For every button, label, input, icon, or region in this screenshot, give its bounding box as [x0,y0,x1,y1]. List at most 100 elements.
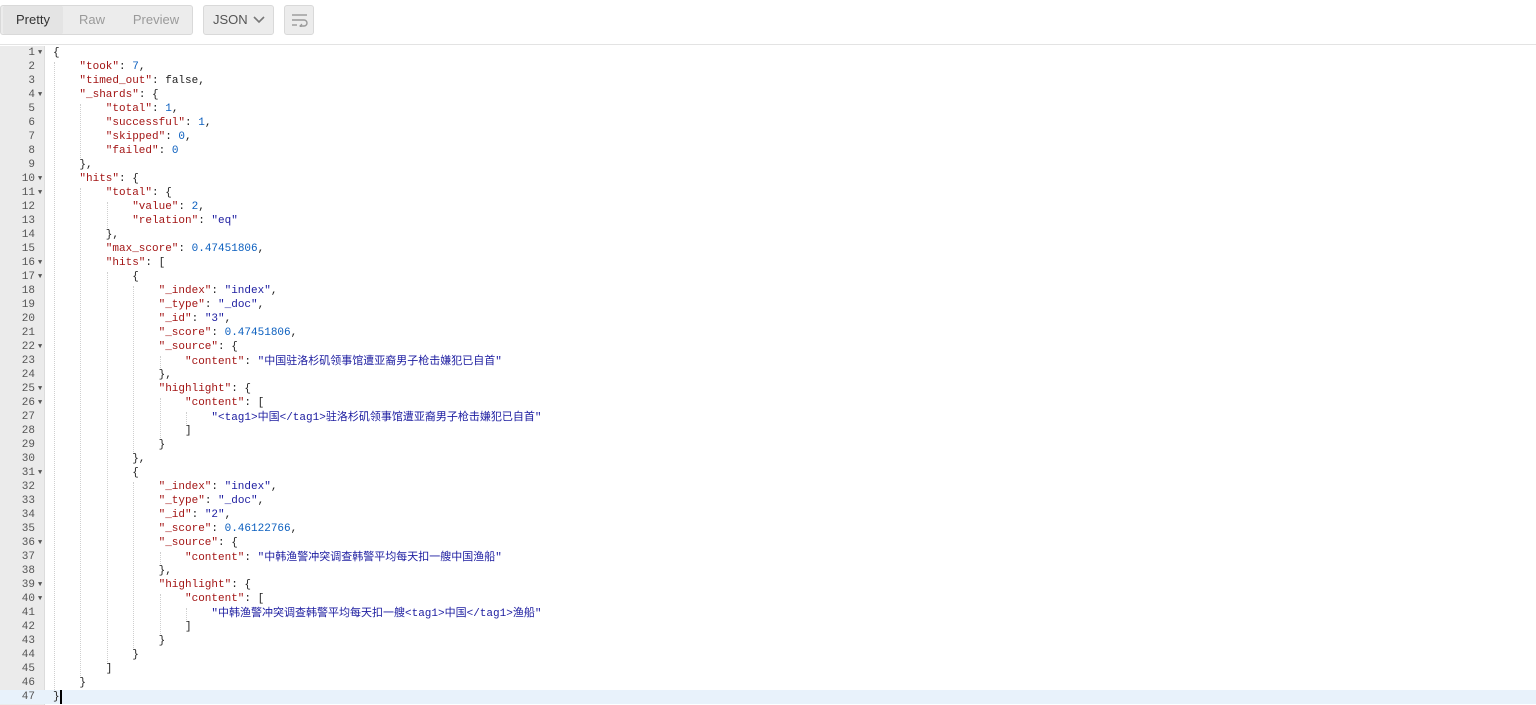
format-select[interactable]: JSON [203,5,274,35]
code-token: } [158,439,166,451]
code-line[interactable]: 9}, [0,158,1536,172]
code-line[interactable]: 17 ▼ { [0,270,1536,284]
code-token: "_type" [158,495,205,507]
code-token: { [53,47,60,59]
code-token: "max_score" [105,243,179,255]
code-token: "index" [224,481,271,493]
line-number: 25 [21,383,35,395]
fold-toggle-icon[interactable]: ▼ [38,88,42,102]
fold-toggle-icon[interactable]: ▼ [38,172,42,186]
code-line[interactable]: 32 "_index": "index", [0,480,1536,494]
code-token: }, [79,159,93,171]
fold-toggle-icon[interactable]: ▼ [38,46,42,60]
code-line[interactable]: 15 "max_score": 0.47451806, [0,242,1536,256]
code-line[interactable]: 22 ▼ "_source": { [0,340,1536,354]
code-line[interactable]: 18 "_index": "index", [0,284,1536,298]
fold-toggle-icon[interactable]: ▼ [38,396,42,410]
json-response-editor[interactable]: 1 ▼{2 "took": 7, 3 "timed_out": false, 4 ▼ "_sh… [0,46,1536,705]
code-token: "_score" [158,327,212,339]
line-number: 28 [21,425,35,437]
code-line[interactable]: 44} [0,648,1536,662]
fold-toggle-icon[interactable]: ▼ [38,382,42,396]
code-token: "total" [105,103,153,115]
code-line[interactable]: 40 ▼ "content": [ [0,592,1536,606]
code-line[interactable]: 16 ▼ "hits": [ [0,256,1536,270]
wrap-lines-button[interactable] [284,5,314,35]
code-text: ] [185,424,192,438]
code-line[interactable]: 43} [0,634,1536,648]
format-select-label: JSON [213,12,248,27]
fold-toggle-icon[interactable]: ▼ [38,592,42,606]
fold-toggle-icon[interactable]: ▼ [38,536,42,550]
code-line[interactable]: 5 "total": 1, [0,102,1536,116]
code-line[interactable]: 12 "value": 2, [0,200,1536,214]
code-line[interactable]: 47} [0,690,1536,704]
code-line[interactable]: 3 "timed_out": false, [0,74,1536,88]
code-line[interactable]: 10 ▼ "hits": { [0,172,1536,186]
code-line[interactable]: 37 "content": "中韩渔警冲突调查韩警平均每天扣一艘中国渔船" [0,550,1536,564]
code-line[interactable]: 30}, [0,452,1536,466]
code-line[interactable]: 11 ▼ "total": { [0,186,1536,200]
tab-pretty[interactable]: Pretty [3,6,63,34]
code-line[interactable]: 8 "failed": 0 [0,144,1536,158]
fold-toggle-icon[interactable]: ▼ [38,578,42,592]
line-number: 14 [21,229,35,241]
code-line[interactable]: 38}, [0,564,1536,578]
code-line[interactable]: 29} [0,438,1536,452]
fold-toggle-icon[interactable]: ▼ [38,466,42,480]
code-token: 0 [171,145,179,157]
code-token: } [79,677,86,689]
fold-toggle-icon[interactable]: ▼ [38,340,42,354]
tab-raw[interactable]: Raw [67,6,117,34]
fold-toggle-icon[interactable]: ▼ [38,256,42,270]
text-cursor [60,690,62,704]
code-text: "failed": 0 [106,144,179,158]
code-token: : { [218,537,238,549]
code-token: : [152,103,166,115]
fold-toggle-icon[interactable]: ▼ [38,270,42,284]
code-line[interactable]: 14}, [0,228,1536,242]
code-line[interactable]: 1 ▼ { [0,46,1536,60]
code-token: "_id" [158,509,192,521]
line-number: 6 [28,117,35,129]
code-token: 0.47451806 [191,243,258,255]
chevron-down-icon [253,16,265,24]
code-line[interactable]: 46} [0,676,1536,690]
code-token: , [270,285,278,297]
code-text: "total": 1, [106,102,179,116]
code-line[interactable]: 13 "relation": "eq" [0,214,1536,228]
code-token: : [198,215,212,227]
code-line[interactable]: 19 "_type": "_doc", [0,298,1536,312]
code-line[interactable]: 28] [0,424,1536,438]
code-line[interactable]: 41 "中韩渔警冲突调查韩警平均每天扣一艘<tag1>中国</tag1>渔船" [0,606,1536,620]
code-line[interactable]: 34 "_id": "2", [0,508,1536,522]
code-text: "_score": 0.47451806, [159,326,298,340]
code-text: { [53,46,60,60]
code-token: : [211,481,225,493]
code-line[interactable]: 25 ▼ "highlight": { [0,382,1536,396]
code-line[interactable]: 42] [0,620,1536,634]
code-token: " [495,552,502,564]
code-line[interactable]: 36 ▼ "_source": { [0,536,1536,550]
code-line[interactable]: 45] [0,662,1536,676]
code-line[interactable]: 20 "_id": "3", [0,312,1536,326]
code-line[interactable]: 6 "successful": 1, [0,116,1536,130]
code-token: "successful" [105,117,186,129]
code-line[interactable]: 39 ▼ "highlight": { [0,578,1536,592]
code-line[interactable]: 31 ▼ { [0,466,1536,480]
code-line[interactable]: 2 "took": 7, [0,60,1536,74]
code-line[interactable]: 7 "skipped": 0, [0,130,1536,144]
code-line[interactable]: 27 "<tag1>中国</tag1>驻洛杉矶领事馆遭亚裔男子枪击嫌犯已自首" [0,410,1536,424]
line-number: 1 [28,47,35,59]
code-line[interactable]: 26 ▼ "content": [ [0,396,1536,410]
code-line[interactable]: 24}, [0,368,1536,382]
code-text: "_source": { [159,340,238,354]
fold-toggle-icon[interactable]: ▼ [38,186,42,200]
code-line[interactable]: 35 "_score": 0.46122766, [0,522,1536,536]
code-line[interactable]: 23 "content": "中国驻洛杉矶领事馆遭亚裔男子枪击嫌犯已自首" [0,354,1536,368]
tab-preview[interactable]: Preview [121,6,191,34]
code-line[interactable]: 4 ▼ "_shards": { [0,88,1536,102]
code-line[interactable]: 21 "_score": 0.47451806, [0,326,1536,340]
code-line[interactable]: 33 "_type": "_doc", [0,494,1536,508]
code-text: "_index": "index", [159,284,278,298]
